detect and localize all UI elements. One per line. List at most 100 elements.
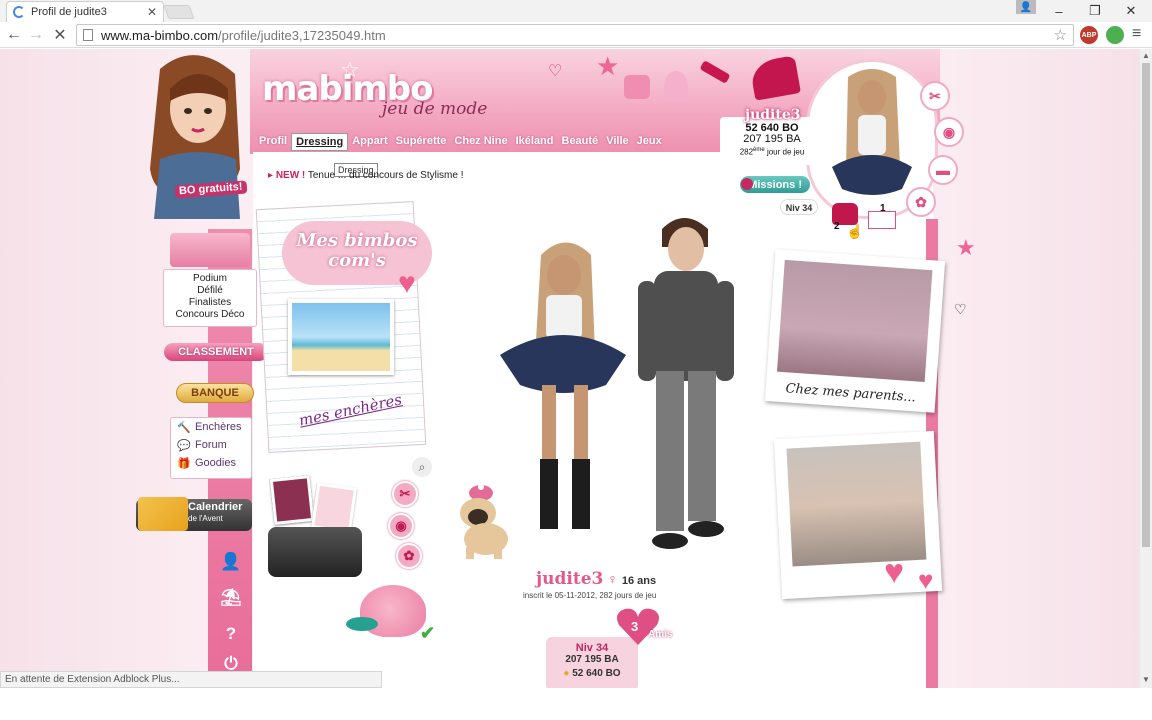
tab-close-icon[interactable]: ✕	[147, 5, 157, 19]
summary-day-suffix: ème	[753, 147, 765, 153]
nav-dressing[interactable]: Dressing	[291, 133, 349, 151]
status-bar: En attente de Extension Adblock Plus...	[0, 671, 382, 688]
link-encheres-label: Enchères	[195, 421, 242, 433]
link-forum-label: Forum	[195, 439, 227, 451]
friends-label[interactable]: Amis	[648, 629, 672, 640]
site-tagline: jeu de mode	[382, 99, 488, 119]
scissors-shortcut-icon[interactable]: ✂	[920, 81, 950, 111]
summary-ba: 207 195 BA	[743, 133, 801, 145]
podium-image[interactable]	[170, 233, 250, 267]
heart-icon: ♥	[918, 565, 934, 595]
heart-outline-icon: ♡	[954, 301, 967, 317]
female-icon: ♀	[607, 571, 618, 587]
cupcake-icon	[624, 75, 650, 99]
nav-superette[interactable]: Supérette	[392, 133, 451, 151]
checkmark-icon: ✔	[420, 623, 436, 643]
profile-username: judite3	[536, 569, 604, 589]
lips-shortcut-icon[interactable]: ◉	[934, 117, 964, 147]
main-nav: Profil Dressing Appart Supérette Chez Ni…	[255, 133, 666, 151]
profile-person-icon[interactable]: 👤	[218, 549, 244, 575]
nav-appart[interactable]: Appart	[348, 133, 391, 151]
gift-notification-count: 2	[834, 221, 840, 232]
camera-icon[interactable]	[268, 527, 362, 577]
nav-ikeland[interactable]: Ikéland	[512, 133, 558, 151]
stats-bo-value: 52 640 BO	[572, 668, 621, 679]
link-finalistes[interactable]: Finalistes	[164, 297, 256, 309]
player-avatar-girl[interactable]	[496, 235, 630, 555]
partner-avatar-boy[interactable]	[626, 211, 736, 551]
scissors-icon[interactable]: ✂	[392, 481, 418, 507]
nav-chez-nine[interactable]: Chez Nine	[450, 133, 511, 151]
beach-icon[interactable]: ⛱	[218, 585, 244, 611]
lips-icon[interactable]: ◉	[388, 513, 414, 539]
browser-toolbar: ← → ✕ www.ma-bimbo.com /profile/judite3,…	[0, 22, 1152, 48]
beach-photo[interactable]	[288, 299, 394, 375]
url-path: /profile/judite3,17235049.htm	[218, 27, 386, 43]
link-defile[interactable]: Défilé	[164, 285, 256, 297]
mail-notification-count: 1	[880, 203, 886, 214]
room-photo	[776, 259, 933, 382]
link-podium[interactable]: Podium	[164, 273, 256, 285]
bookmark-star-icon[interactable]: ☆	[1054, 26, 1067, 44]
missions-dot-icon	[741, 178, 753, 190]
restore-button[interactable]: ❐	[1078, 0, 1112, 22]
partner-polaroid[interactable]	[773, 430, 943, 600]
green-extension-icon[interactable]	[1106, 26, 1124, 44]
photo-thumbnail[interactable]	[310, 482, 358, 534]
heart-icon: ♥	[884, 553, 905, 591]
heart-icon: ♡	[548, 63, 563, 80]
room-caption: Chez mes parents...	[785, 381, 917, 406]
link-concours-deco[interactable]: Concours Déco	[164, 309, 256, 321]
classement-button[interactable]: CLASSEMENT	[164, 343, 268, 361]
news-ticker[interactable]: ▸ NEW ! Tenue ... du concours de Stylism…	[268, 170, 464, 181]
help-icon[interactable]: ?	[218, 621, 244, 647]
scroll-thumb[interactable]	[1142, 63, 1150, 547]
address-bar[interactable]: www.ma-bimbo.com /profile/judite3,172350…	[76, 24, 1074, 46]
advent-calendar-sub: de l'Avent	[188, 514, 223, 523]
chrome-menu-icon[interactable]: ≡	[1132, 25, 1141, 43]
scroll-up-arrow-icon[interactable]: ▲	[1142, 51, 1150, 60]
perfume-icon	[664, 71, 688, 101]
news-new-label: NEW !	[275, 170, 306, 181]
nav-profil[interactable]: Profil	[255, 133, 291, 151]
heart-icon: ♥	[398, 267, 416, 300]
partner-photo	[786, 441, 927, 567]
browser-tab[interactable]: Profil de judite3 ✕	[6, 1, 164, 22]
link-goodies[interactable]: 🎁 Goodies	[171, 454, 251, 472]
adblock-plus-icon[interactable]: ABP	[1080, 26, 1098, 44]
scroll-down-arrow-icon[interactable]: ▼	[1142, 675, 1150, 684]
nav-jeux[interactable]: Jeux	[633, 133, 666, 151]
loading-spinner-icon	[13, 6, 25, 18]
page-viewport: mabimbo jeu de mode ♡ ★ ☆ Profil Dressin…	[0, 49, 1140, 688]
profile-name-line: judite3 ♀ 16 ans	[536, 569, 656, 589]
community-links-box: 🔨 Enchères 💬 Forum 🎁 Goodies	[170, 417, 252, 479]
parents-home-polaroid[interactable]: Chez mes parents...	[764, 249, 946, 413]
nav-beaute[interactable]: Beauté	[558, 133, 603, 151]
stop-loading-icon[interactable]: ✕	[50, 25, 70, 45]
gift-shortcut-icon[interactable]: ✿	[906, 187, 936, 217]
friends-count: 3	[631, 619, 639, 634]
cursor-hand-icon: ☝	[846, 223, 864, 239]
link-encheres[interactable]: 🔨 Enchères	[171, 418, 251, 436]
new-tab-button[interactable]	[163, 5, 195, 19]
gift-pink-icon[interactable]: ✿	[396, 543, 422, 569]
banque-button[interactable]: BANQUE	[176, 383, 254, 403]
link-forum[interactable]: 💬 Forum	[171, 436, 251, 454]
user-profile-icon[interactable]: 👤	[1016, 0, 1036, 14]
back-arrow-icon[interactable]: ←	[4, 25, 24, 45]
minimize-button[interactable]: –	[1042, 0, 1076, 22]
level-badge: Niv 34	[780, 199, 818, 215]
close-window-button[interactable]: ✕	[1114, 0, 1148, 22]
zoom-magnifier-icon[interactable]: ⌕	[412, 457, 432, 477]
advent-calendar-label: Calendrier	[188, 501, 243, 513]
sofa-shortcut-icon[interactable]: ▬	[928, 155, 958, 185]
nav-ville[interactable]: Ville	[602, 133, 632, 151]
mini-player-avatar[interactable]	[826, 67, 918, 217]
page-icon	[83, 29, 93, 41]
coin-icon: ●	[563, 668, 570, 679]
forward-arrow-icon[interactable]: →	[26, 25, 46, 45]
vertical-scrollbar[interactable]: ▲ ▼	[1140, 49, 1152, 688]
gavel-icon: 🔨	[177, 421, 191, 434]
photo-thumbnail[interactable]	[269, 475, 315, 525]
summary-username[interactable]: judite3	[745, 107, 800, 123]
